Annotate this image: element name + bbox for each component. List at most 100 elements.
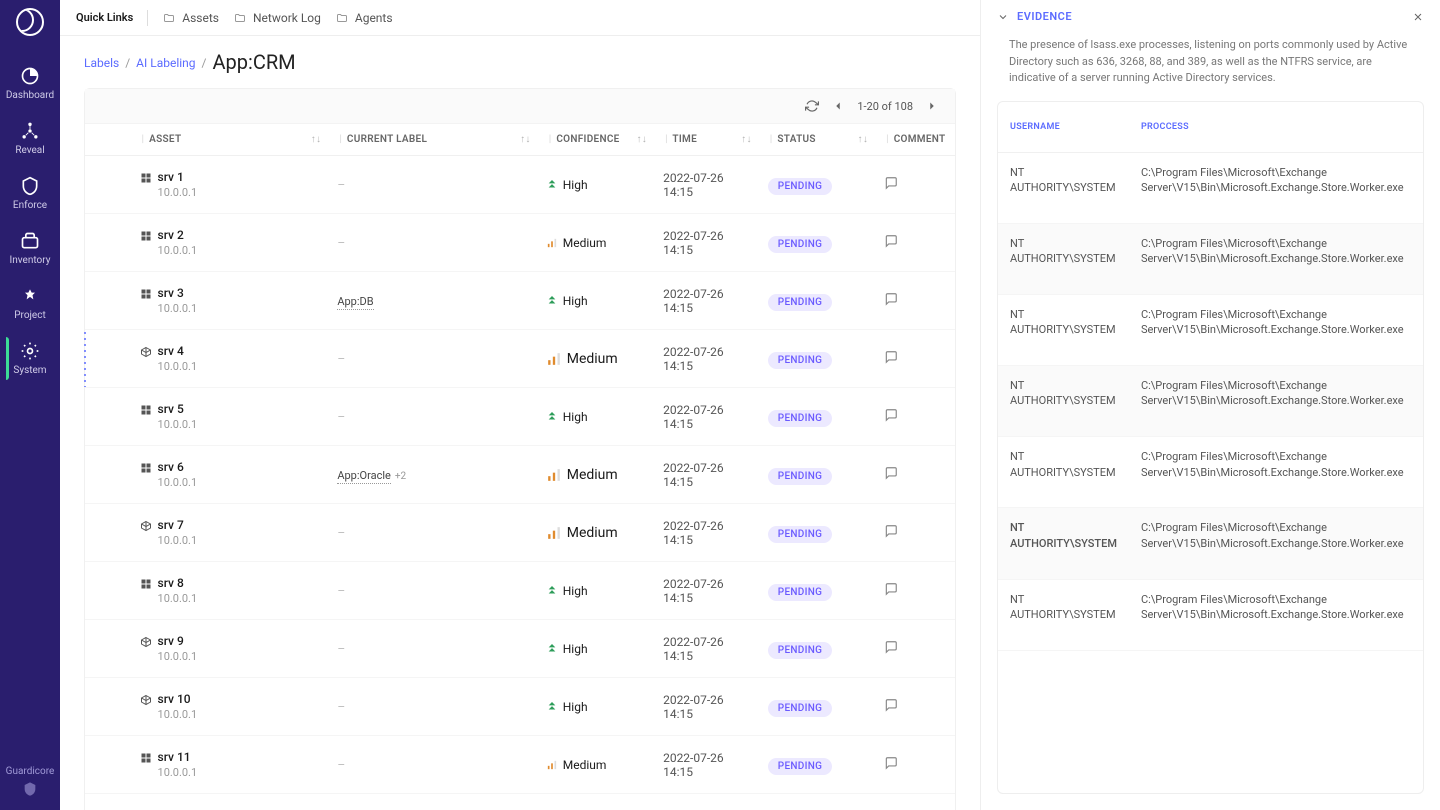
asset-ip: 10.0.0.1	[158, 186, 322, 199]
comment-icon[interactable]	[884, 176, 898, 190]
label-chip[interactable]: App:DB	[337, 295, 373, 310]
comment-icon[interactable]	[884, 582, 898, 596]
table-row[interactable]: srv 910.0.0.1–High2022-07-2614:15PENDING	[85, 620, 955, 678]
os-icon	[140, 694, 152, 706]
time-date: 2022-07-26	[663, 345, 752, 359]
evidence-title: EVIDENCE	[1017, 10, 1404, 23]
brand-icon	[22, 781, 38, 797]
column-header[interactable]: | ASSET ↑↓	[132, 124, 330, 156]
quick-link-network-log[interactable]: Network Log	[233, 11, 321, 25]
windows-icon	[140, 462, 152, 474]
column-header[interactable]: | CONFIDENCE ↑↓	[539, 124, 655, 156]
time-hour: 14:15	[663, 417, 752, 431]
sidebar-item-reveal[interactable]: Reveal	[6, 111, 54, 166]
sidebar-item-project[interactable]: Project	[6, 276, 54, 331]
comment-icon[interactable]	[884, 350, 898, 364]
windows-icon	[140, 288, 152, 300]
folder-icon	[233, 12, 247, 24]
sidebar-item-dashboard[interactable]: Dashboard	[6, 56, 54, 111]
status-badge: PENDING	[768, 236, 833, 253]
pager-text: 1-20 of 108	[857, 100, 913, 113]
close-icon[interactable]	[1412, 11, 1424, 23]
sidebar-item-enforce[interactable]: Enforce	[6, 166, 54, 221]
windows-icon	[140, 578, 152, 590]
time-hour: 14:15	[663, 301, 752, 315]
table-row[interactable]: srv 710.0.0.1–Medium2022-07-2614:15PENDI…	[85, 504, 955, 562]
table-row[interactable]: srv 310.0.0.1App:DBHigh2022-07-2614:15PE…	[85, 272, 955, 330]
asset-ip: 10.0.0.1	[158, 302, 322, 315]
breadcrumb: Labels / AI Labeling / App:CRM	[84, 52, 956, 74]
asset-ip: 10.0.0.1	[158, 360, 322, 373]
collapse-icon[interactable]	[997, 11, 1009, 23]
comment-icon[interactable]	[884, 466, 898, 480]
asset-ip: 10.0.0.1	[158, 766, 322, 779]
evidence-row: NT AUTHORITY\SYSTEMC:\Program Files\Micr…	[998, 294, 1424, 365]
breadcrumb-link[interactable]: AI Labeling	[136, 56, 195, 70]
asset-ip: 10.0.0.1	[158, 534, 322, 547]
evidence-service: Microsoft Exchange Replication	[1416, 223, 1424, 294]
pager-prev-icon[interactable]	[831, 99, 845, 113]
divider	[147, 10, 148, 26]
sidebar-item-inventory[interactable]: Inventory	[6, 221, 54, 276]
time-hour: 14:15	[663, 591, 752, 605]
status-badge: PENDING	[768, 758, 833, 775]
quick-link-assets[interactable]: Assets	[162, 11, 219, 25]
nav-label: Enforce	[13, 200, 47, 211]
page-header: Labels / AI Labeling / App:CRM	[60, 36, 980, 88]
evidence-row: NT AUTHORITY\SYSTEMC:\Program Files\Micr…	[998, 366, 1424, 437]
breadcrumb-link[interactable]: Labels	[84, 56, 119, 70]
confidence-value: High	[563, 584, 588, 598]
table-row[interactable]: srv 410.0.0.1–Medium2022-07-2614:15PENDI…	[85, 330, 955, 388]
table-row[interactable]: srv 1210.0.0.1–High2022-07-2614:15PENDIN…	[85, 794, 955, 810]
table-row[interactable]: srv 110.0.0.1–High2022-07-2614:15PENDING	[85, 156, 955, 214]
comment-icon[interactable]	[884, 756, 898, 770]
comment-icon[interactable]	[884, 234, 898, 248]
asset-name: srv 8	[158, 576, 184, 590]
evidence-table: USERNAMEPROCCESSWINDOWSSERVICE NAME NT A…	[998, 102, 1424, 651]
column-header[interactable]: | TIME ↑↓	[655, 124, 760, 156]
quick-link-agents[interactable]: Agents	[335, 11, 393, 25]
column-header[interactable]: | STATUS ↑↓	[760, 124, 876, 156]
table-row[interactable]: srv 510.0.0.1–High2022-07-2614:15PENDING	[85, 388, 955, 446]
evidence-user: NT AUTHORITY\SYSTEM	[998, 437, 1129, 508]
comment-icon[interactable]	[884, 408, 898, 422]
time-date: 2022-07-26	[663, 461, 752, 475]
evidence-process: C:\Program Files\Microsoft\Exchange Serv…	[1129, 294, 1416, 365]
comment-icon[interactable]	[884, 698, 898, 712]
evidence-service: Microsoft Exchange Replication	[1416, 294, 1424, 365]
pager-next-icon[interactable]	[925, 99, 939, 113]
evidence-process: C:\Program Files\Microsoft\Exchange Serv…	[1129, 366, 1416, 437]
windows-icon	[140, 230, 152, 242]
time-hour: 14:15	[663, 649, 752, 663]
table-row[interactable]: srv 610.0.0.1App:Oracle+2Medium2022-07-2…	[85, 446, 955, 504]
confidence-value: High	[563, 642, 588, 656]
table-row[interactable]: srv 210.0.0.1–Medium2022-07-2614:15PENDI…	[85, 214, 955, 272]
comment-icon[interactable]	[884, 640, 898, 654]
table-row[interactable]: srv 810.0.0.1–High2022-07-2614:15PENDING	[85, 562, 955, 620]
label-chip[interactable]: App:Oracle	[337, 469, 391, 484]
column-header[interactable]: | CURRENT LABEL ↑↓	[329, 124, 538, 156]
windows-icon	[140, 172, 152, 184]
sidebar-item-system[interactable]: System	[6, 331, 54, 386]
refresh-icon[interactable]	[805, 99, 819, 113]
evidence-user: NT AUTHORITY\SYSTEM	[998, 223, 1129, 294]
asset-ip: 10.0.0.1	[158, 592, 322, 605]
confidence-value: High	[563, 700, 588, 714]
comment-icon[interactable]	[884, 292, 898, 306]
folder-icon	[335, 12, 349, 24]
confidence-value: Medium	[563, 236, 607, 250]
system-icon	[20, 341, 40, 361]
table-row[interactable]: srv 1110.0.0.1–Medium2022-07-2614:15PEND…	[85, 736, 955, 794]
column-header[interactable]: | COMMENT	[876, 124, 955, 156]
table-row[interactable]: srv 1010.0.0.1–High2022-07-2614:15PENDIN…	[85, 678, 955, 736]
asset-name: srv 9	[158, 634, 184, 648]
folder-icon	[162, 12, 176, 24]
asset-name: srv 1	[158, 170, 184, 184]
nav-label: Reveal	[15, 145, 44, 156]
nav-label: System	[13, 365, 46, 376]
status-badge: PENDING	[768, 526, 833, 543]
reveal-icon	[20, 121, 40, 141]
time-hour: 14:15	[663, 359, 752, 373]
dashboard-icon	[20, 66, 40, 86]
comment-icon[interactable]	[884, 524, 898, 538]
